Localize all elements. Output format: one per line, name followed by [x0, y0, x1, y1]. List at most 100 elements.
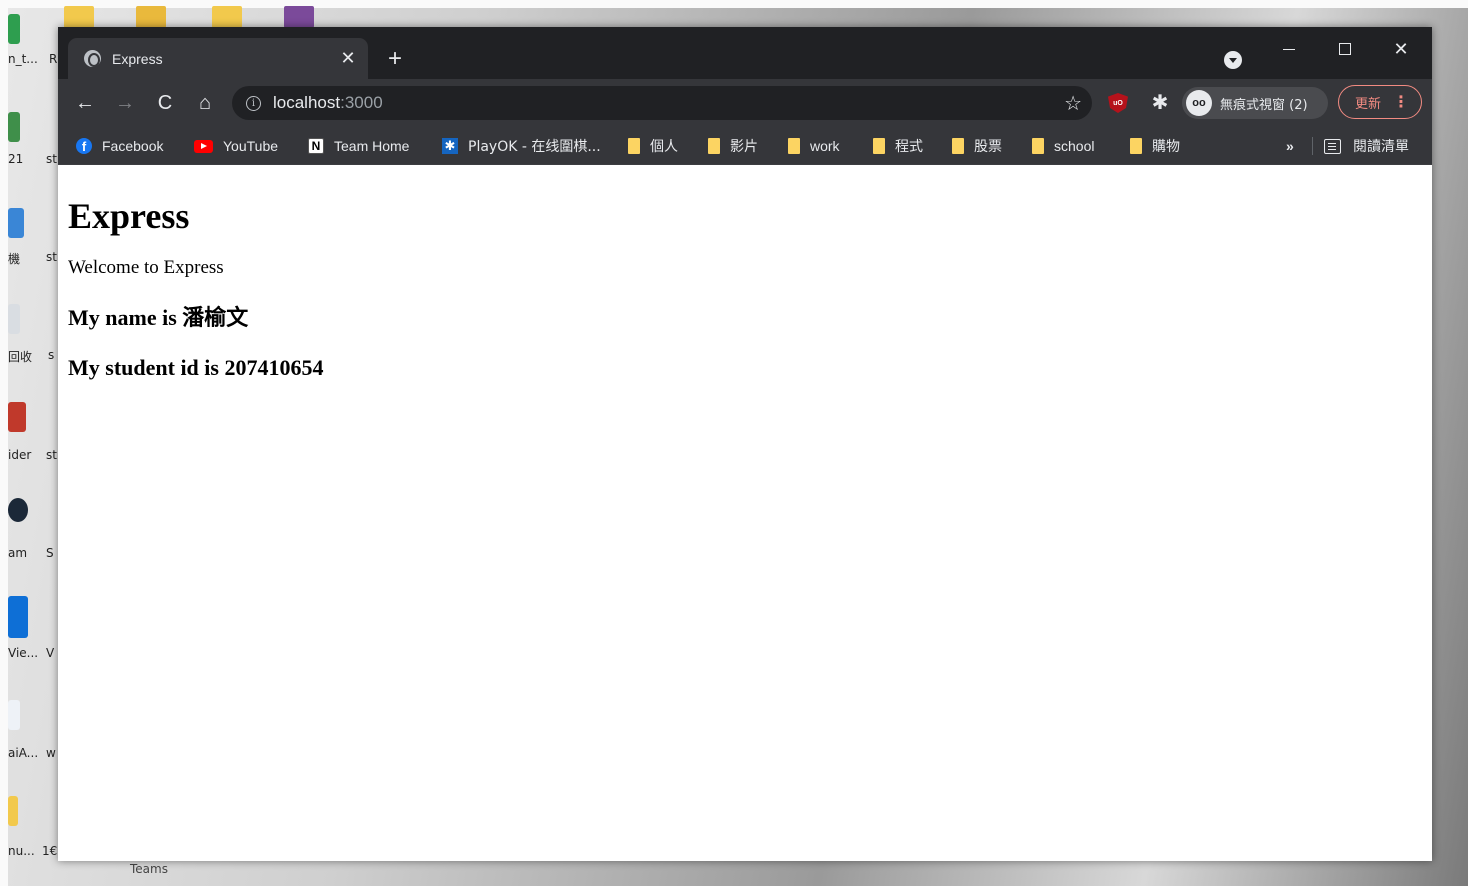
bookmark-facebook[interactable]: f Facebook — [76, 134, 163, 158]
bookmark-label: 個人 — [650, 139, 678, 155]
bookmark-playok[interactable]: ✱ PlayOK - 在线圍棋... — [442, 134, 601, 158]
tab-search-icon[interactable] — [1224, 51, 1242, 69]
desktop-folder-icon[interactable] — [8, 796, 18, 826]
desktop-app-icon[interactable] — [8, 402, 26, 432]
desktop-folder-icon[interactable] — [212, 6, 242, 28]
site-info-icon[interactable]: i — [246, 95, 261, 111]
bookmark-label: PlayOK - 在线圍棋... — [468, 139, 601, 155]
bookmarks-bar: f Facebook YouTube N Team Home ✱ PlayOK … — [58, 127, 1432, 165]
tab-title: Express — [112, 50, 163, 67]
reading-list-icon — [1324, 138, 1341, 154]
folder-icon — [628, 138, 640, 154]
toolbar: ← → C ⌂ i localhost:3000 ☆ uO ✱ oo 無痕式視窗… — [58, 79, 1432, 127]
folder-icon — [873, 138, 885, 154]
document-icon[interactable] — [8, 700, 20, 730]
bookmark-label: YouTube — [223, 138, 279, 154]
bookmarks-separator — [1312, 137, 1313, 155]
desktop-icon-label: w — [46, 746, 56, 760]
update-label: 更新 — [1355, 96, 1382, 112]
maximize-icon — [1339, 43, 1351, 55]
folder-icon — [1130, 138, 1142, 154]
desktop-icon-label: aiA... — [8, 746, 39, 760]
bookmark-folder[interactable]: 個人 — [628, 134, 678, 158]
maximize-button[interactable] — [1317, 31, 1373, 67]
desktop-icon-label: 21 — [8, 152, 24, 166]
desktop-icon-label: ider — [8, 448, 32, 462]
bookmarks-overflow-button[interactable]: » — [1286, 134, 1294, 158]
desktop-folder-icon[interactable] — [136, 6, 166, 28]
folder-icon — [708, 138, 720, 154]
reading-list-button[interactable]: 閱讀清單 — [1324, 134, 1409, 158]
desktop-icon-label: st — [46, 250, 57, 264]
bookmark-folder[interactable]: school — [1032, 134, 1094, 158]
notion-icon: N — [308, 138, 324, 154]
desktop-icon-label: n_t... — [8, 52, 38, 66]
recycle-bin-icon[interactable] — [8, 304, 20, 334]
desktop-app-icon[interactable] — [8, 14, 20, 44]
facebook-icon: f — [76, 138, 92, 154]
bookmark-folder[interactable]: 程式 — [873, 134, 923, 158]
minimize-button[interactable] — [1261, 31, 1317, 67]
welcome-text: Welcome to Express — [68, 257, 224, 278]
tab-close-button[interactable]: ✕ — [334, 45, 362, 73]
desktop-icon-label: R — [49, 52, 58, 66]
incognito-icon: oo — [1186, 90, 1212, 116]
ublock-extension-icon[interactable]: uO — [1108, 93, 1128, 113]
bookmark-label: 股票 — [974, 139, 1002, 155]
desktop-icon-label: s — [48, 348, 55, 362]
bookmark-label: Facebook — [102, 138, 164, 154]
bookmark-team-home[interactable]: N Team Home — [308, 134, 409, 158]
back-button[interactable]: ← — [70, 88, 100, 118]
desktop-icon-label: 1€ — [42, 844, 58, 858]
incognito-label: 無痕式視窗 (2) — [1220, 97, 1308, 113]
forward-button[interactable]: → — [110, 88, 140, 118]
update-button[interactable]: 更新 ⋮ — [1338, 85, 1422, 119]
extensions-puzzle-icon[interactable]: ✱ — [1148, 90, 1172, 114]
student-id-heading: My student id is 207410654 — [68, 355, 324, 380]
name-heading: My name is 潘榆文 — [68, 305, 249, 330]
teamviewer-icon[interactable] — [8, 596, 28, 638]
bookmark-star-icon[interactable]: ☆ — [1064, 91, 1082, 116]
desktop-folder-icon[interactable] — [64, 6, 94, 28]
bookmark-label: Team Home — [334, 138, 410, 154]
reload-button[interactable]: C — [150, 88, 180, 118]
bookmark-youtube[interactable]: YouTube — [194, 134, 278, 158]
folder-icon — [788, 138, 800, 154]
desktop-icon-label: st — [46, 448, 57, 462]
computer-icon[interactable] — [8, 208, 24, 238]
steam-icon[interactable] — [8, 498, 28, 522]
bookmark-folder[interactable]: 影片 — [708, 134, 758, 158]
desktop-icon-label: Vie... — [8, 646, 39, 660]
home-button[interactable]: ⌂ — [190, 88, 220, 118]
tab-express[interactable]: Express ✕ — [68, 38, 368, 79]
url-host: localhost — [273, 93, 341, 112]
bookmark-folder[interactable]: 購物 — [1130, 134, 1180, 158]
desktop-icon-label: S — [46, 546, 54, 560]
desktop-app-icon[interactable] — [8, 112, 20, 142]
new-tab-button[interactable]: + — [380, 44, 410, 74]
bookmark-label: work — [810, 138, 840, 154]
title-bar: Express ✕ + ✕ — [58, 27, 1432, 79]
menu-dots-icon: ⋮ — [1393, 94, 1409, 111]
desktop-icon-label: 機 — [8, 252, 21, 266]
bookmark-label: 購物 — [1152, 139, 1180, 155]
bookmark-folder[interactable]: 股票 — [952, 134, 1002, 158]
desktop-archive-icon[interactable] — [284, 6, 314, 28]
desktop-icon-label: nu... — [8, 844, 35, 858]
bookmark-folder[interactable]: work — [788, 134, 840, 158]
bookmark-label: 影片 — [730, 139, 758, 155]
incognito-button[interactable]: oo 無痕式視窗 (2) — [1182, 87, 1328, 119]
page-content: Express Welcome to Express My name is 潘榆… — [58, 166, 1432, 861]
minimize-icon — [1283, 48, 1295, 50]
url-port: :3000 — [340, 93, 383, 112]
window-close-button[interactable]: ✕ — [1373, 31, 1429, 67]
desktop-icon-label: st — [46, 152, 57, 166]
browser-window: Express ✕ + ✕ ← → C ⌂ i localhost:3000 ☆… — [58, 27, 1432, 861]
page-title: Express — [68, 196, 190, 236]
playok-icon: ✱ — [442, 138, 458, 154]
address-bar[interactable]: i localhost:3000 ☆ — [232, 86, 1092, 120]
globe-icon — [84, 50, 101, 67]
desktop-edge — [0, 0, 8, 886]
bookmark-label: 程式 — [895, 139, 923, 155]
desktop-icon-label: Teams — [130, 862, 168, 876]
